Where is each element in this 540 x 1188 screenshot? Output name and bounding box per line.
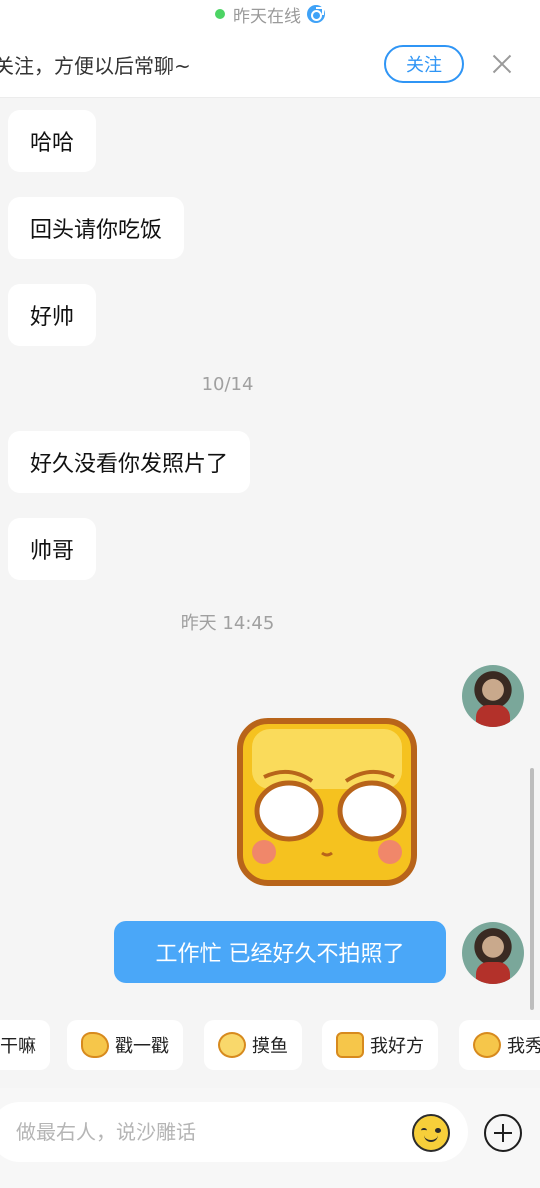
timestamp: 10/14 [201,374,254,395]
quick-reply-label: 我好方 [370,1036,424,1057]
timestamp: 昨天 14:45 [180,613,275,634]
quick-reply-label: 摸鱼 [252,1036,288,1057]
close-icon[interactable] [490,52,514,76]
incoming-message[interactable]: 哈哈 [8,110,97,172]
incoming-message[interactable]: 回头请你吃饭 [8,197,185,259]
follow-bar: 关注，方便以后常聊~ 关注 [0,28,540,98]
add-button-icon[interactable] [484,1114,522,1152]
quick-reply-chip[interactable]: 摸鱼 [204,1020,302,1070]
incoming-message[interactable]: 好帅 [8,284,97,346]
outgoing-message[interactable]: 工作忙 已经好久不拍照了 [114,921,446,983]
pointing-hand-icon [81,1032,109,1058]
emoji-button-icon[interactable] [412,1114,450,1152]
quick-reply-label: 戳一戳 [115,1036,169,1057]
user-avatar[interactable] [462,665,524,727]
square-face-sticker-icon [237,718,417,886]
incoming-message[interactable]: 帅哥 [8,518,97,580]
sticker-square-face[interactable] [234,715,420,889]
quick-reply-label: 我秀 [507,1036,540,1057]
online-dot-icon [215,9,225,19]
message-input[interactable] [0,1102,468,1162]
incoming-message[interactable]: 好久没看你发照片了 [8,431,251,493]
quick-reply-row: 干嘛 戳一戳 摸鱼 我好方 我秀 [0,1020,540,1072]
quick-reply-label: 干嘛 [0,1036,36,1057]
quick-reply-chip[interactable]: 我好方 [322,1020,438,1070]
input-bar [0,1088,540,1188]
fish-face-icon [218,1032,246,1058]
smirk-face-icon [473,1032,501,1058]
online-status-bar: 昨天在线 [0,0,540,28]
online-status-text: 昨天在线 [233,6,301,27]
user-avatar[interactable] [462,922,524,984]
quick-reply-chip[interactable]: 我秀 [459,1020,540,1070]
quick-reply-chip[interactable]: 干嘛 [0,1020,50,1070]
scrollbar[interactable] [530,768,534,1010]
follow-prompt: 关注，方便以后常聊~ [0,54,191,78]
quick-reply-chip[interactable]: 戳一戳 [67,1020,183,1070]
follow-button[interactable]: 关注 [384,45,464,83]
male-gender-icon [307,5,325,23]
square-face-icon [336,1032,364,1058]
